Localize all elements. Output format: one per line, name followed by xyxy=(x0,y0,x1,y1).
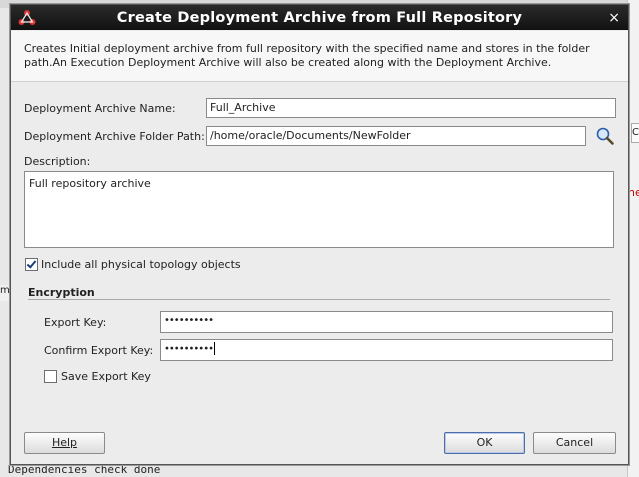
description-textarea[interactable]: Full repository archive xyxy=(24,171,614,248)
dialog-description: Creates Initial deployment archive from … xyxy=(24,42,590,69)
confirm-export-key-input[interactable]: •••••••••• xyxy=(160,339,613,361)
text-caret xyxy=(213,342,215,355)
description-label: Description: xyxy=(24,155,91,168)
dialog-title: Create Deployment Archive from Full Repo… xyxy=(116,10,523,26)
archive-name-input[interactable]: Full_Archive xyxy=(206,98,616,118)
create-deployment-archive-dialog: Create Deployment Archive from Full Repo… xyxy=(10,4,629,465)
confirm-export-key-label: Confirm Export Key: xyxy=(44,344,154,357)
cancel-button[interactable]: Cancel xyxy=(533,432,616,454)
encryption-divider xyxy=(28,299,610,300)
background-right-button[interactable]: C xyxy=(631,123,639,143)
include-topology-checkbox[interactable] xyxy=(25,258,38,271)
confirm-export-key-value: •••••••••• xyxy=(164,343,214,355)
archive-folder-label: Deployment Archive Folder Path: xyxy=(24,130,205,143)
encryption-section-title: Encryption xyxy=(28,286,95,299)
save-export-key-checkbox[interactable] xyxy=(44,370,57,383)
ok-button[interactable]: OK xyxy=(444,432,525,454)
archive-folder-input[interactable]: /home/oracle/Documents/NewFolder xyxy=(206,126,586,146)
export-key-label: Export Key: xyxy=(44,316,107,329)
close-button[interactable]: × xyxy=(608,10,620,26)
include-topology-label[interactable]: Include all physical topology objects xyxy=(41,258,241,271)
export-key-input[interactable]: •••••••••• xyxy=(160,311,613,333)
help-button-label: Help xyxy=(51,436,78,449)
help-button[interactable]: Help xyxy=(24,432,105,454)
background-error-text: ne xyxy=(628,186,639,199)
archive-name-label: Deployment Archive Name: xyxy=(24,102,176,115)
save-export-key-label[interactable]: Save Export Key xyxy=(61,370,151,383)
search-icon[interactable] xyxy=(595,126,615,146)
dialog-titlebar[interactable]: Create Deployment Archive from Full Repo… xyxy=(11,5,628,30)
description-banner: Creates Initial deployment archive from … xyxy=(11,31,628,82)
